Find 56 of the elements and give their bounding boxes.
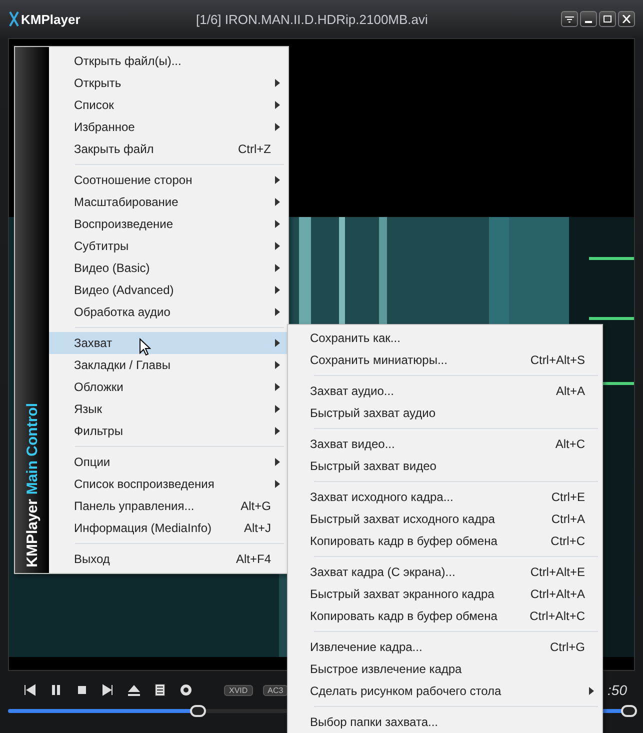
menu-item[interactable]: Быстрый захват исходного кадра Ctrl+A <box>288 508 602 530</box>
menu-item[interactable]: Видео (Basic) <box>49 257 288 279</box>
menu-item[interactable]: Список воспроизведения <box>49 473 288 495</box>
menu-item[interactable]: Захват <box>49 332 288 354</box>
volume-thumb[interactable] <box>621 705 638 717</box>
menu-item[interactable]: Открыть <box>49 72 288 94</box>
menu-item[interactable]: Фильтры <box>49 420 288 442</box>
menu-item[interactable]: Быстрый захват видео <box>288 455 602 477</box>
menu-item[interactable]: Копировать кадр в буфер обмена Ctrl+C <box>288 530 602 552</box>
menu-item[interactable]: Масштабирование <box>49 191 288 213</box>
window-title: [1/6] IRON.MAN.II.D.HDRip.2100MB.avi <box>196 12 429 26</box>
menu-item[interactable]: Опции <box>49 451 288 473</box>
menu-item[interactable]: Видео (Advanced) <box>49 279 288 301</box>
menu-item[interactable]: Извлечение кадра... Ctrl+G <box>288 636 602 658</box>
menu-item[interactable]: Список <box>49 94 288 116</box>
menu-item[interactable]: Копировать кадр в буфер обмена Ctrl+Alt+C <box>288 605 602 627</box>
codec-badge: XVID <box>224 684 253 696</box>
menu-item[interactable]: Сделать рисунком рабочего стола <box>288 680 602 702</box>
sidebar-label: Main Control <box>24 402 40 495</box>
menu-item[interactable]: Панель управления... Alt+G <box>49 495 288 517</box>
menu-item[interactable]: Информация (MediaInfo) Alt+J <box>49 517 288 539</box>
menu-item[interactable]: Захват аудио... Alt+A <box>288 380 602 402</box>
menu-item[interactable]: Воспроизведение <box>49 213 288 235</box>
menu-item[interactable]: Избранное <box>49 116 288 138</box>
menu-item[interactable]: Язык <box>49 398 288 420</box>
menu-item[interactable]: Обработка аудио <box>49 301 288 323</box>
menu-item[interactable]: Быстрый захват аудио <box>288 402 602 424</box>
menu-button[interactable] <box>561 11 578 27</box>
seek-thumb[interactable] <box>190 705 206 717</box>
maximize-button[interactable] <box>599 11 616 27</box>
sidebar-brand: KMPlayer <box>24 498 40 567</box>
menu-item[interactable]: Быстрый захват экранного кадра Ctrl+Alt+A <box>288 583 602 605</box>
menu-item[interactable]: Субтитры <box>49 235 288 257</box>
menu-item[interactable]: Соотношение сторон <box>49 169 288 191</box>
menu-item[interactable]: Обложки <box>49 376 288 398</box>
menu-item[interactable]: Выход Alt+F4 <box>49 548 288 570</box>
menu-item[interactable]: Захват кадра (С экрана)... Ctrl+Alt+E <box>288 561 602 583</box>
app-name: KMPlayer <box>21 12 80 26</box>
menu-item[interactable]: Открыть файл(ы)... <box>49 50 288 72</box>
minimize-button[interactable] <box>580 11 597 27</box>
time-display: :50 <box>608 682 627 698</box>
close-button[interactable] <box>618 11 635 27</box>
menu-item[interactable]: Закладки / Главы <box>49 354 288 376</box>
codec-badge: AC3 <box>262 684 288 696</box>
menu-item[interactable]: Быстрое извлечение кадра <box>288 658 602 680</box>
menu-item[interactable]: Закрыть файл Ctrl+Z <box>49 138 288 160</box>
menu-item[interactable]: Выбор папки захвата... <box>288 711 602 733</box>
logo-icon <box>8 11 20 27</box>
cursor-icon <box>139 338 151 356</box>
maximize-icon <box>603 15 612 23</box>
menu-item[interactable]: Захват видео... Alt+C <box>288 433 602 455</box>
menu-item[interactable]: Захват исходного кадра... Ctrl+E <box>288 486 602 508</box>
menu-item[interactable]: Сохранить миниатюры... Ctrl+Alt+S <box>288 349 602 371</box>
close-icon <box>622 15 631 23</box>
menu-item[interactable]: Сохранить как... <box>288 327 602 349</box>
menu-icon <box>565 16 574 22</box>
